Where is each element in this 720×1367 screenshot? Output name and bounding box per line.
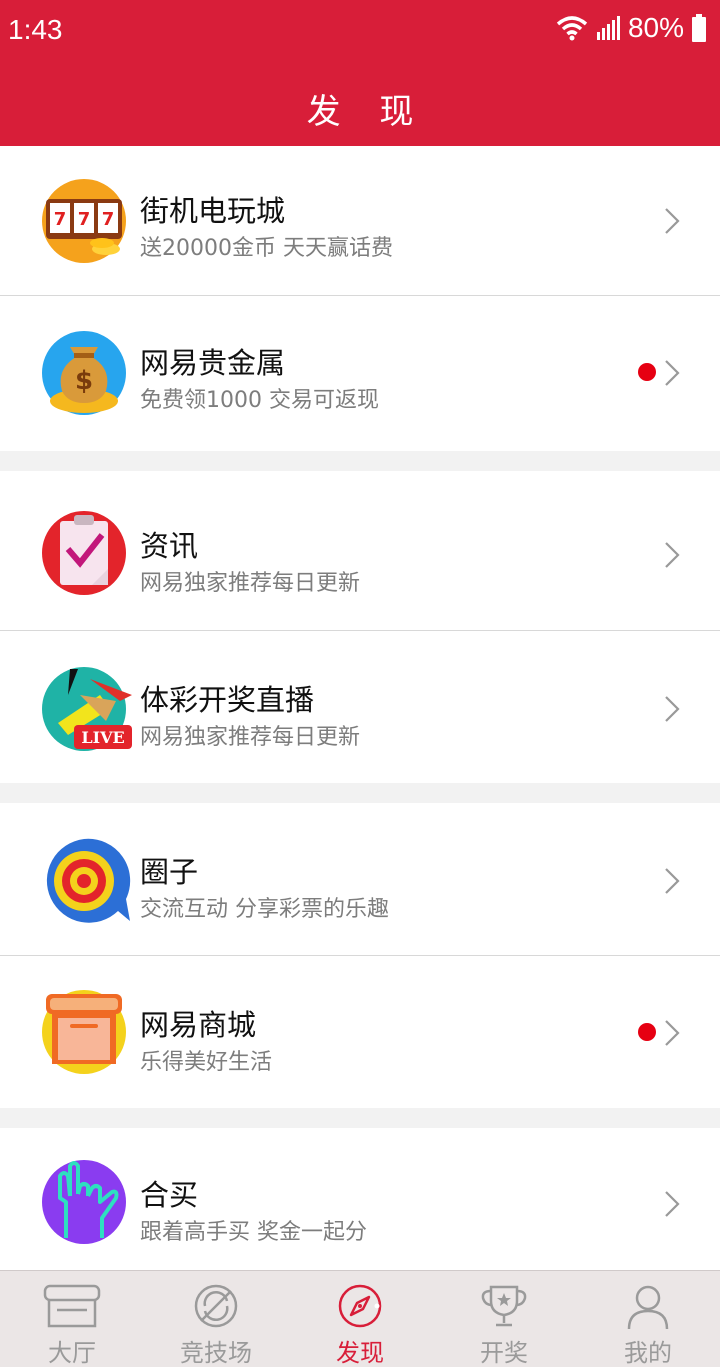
unread-badge bbox=[638, 1023, 656, 1041]
battery-percentage: 80% bbox=[627, 12, 684, 43]
tab-label: 我的 bbox=[624, 1339, 672, 1367]
item-subtitle: 免费领1000 交易可返现 bbox=[140, 388, 379, 413]
section-divider bbox=[0, 451, 720, 471]
svg-text:$: $ bbox=[75, 366, 93, 396]
item-title: 资讯 bbox=[140, 529, 199, 563]
ball-icon bbox=[194, 1284, 238, 1328]
tab-discover[interactable]: 发现 bbox=[288, 1271, 432, 1367]
chevron-right-icon bbox=[665, 868, 680, 894]
item-title: 网易贵金属 bbox=[140, 346, 286, 380]
svg-text:7: 7 bbox=[102, 209, 115, 230]
item-subtitle: 送20000金币 天天赢话费 bbox=[140, 236, 393, 261]
signal-icon bbox=[596, 16, 620, 40]
section-divider bbox=[0, 783, 720, 803]
list-item-mall[interactable]: 网易商城 乐得美好生活 bbox=[0, 956, 720, 1108]
item-subtitle: 乐得美好生活 bbox=[140, 1050, 273, 1075]
list-item-news[interactable]: 资讯 网易独家推荐每日更新 bbox=[0, 471, 720, 631]
item-subtitle: 跟着高手买 奖金一起分 bbox=[140, 1220, 367, 1245]
list-item-arcade[interactable]: 7 7 7 街机电玩城 送20000金币 天天赢话费 bbox=[0, 146, 720, 296]
item-title: 网易商城 bbox=[140, 1008, 257, 1042]
shop-icon bbox=[40, 988, 128, 1076]
hand-gesture-icon bbox=[40, 1158, 128, 1246]
svg-text:7: 7 bbox=[54, 209, 67, 230]
item-title: 街机电玩城 bbox=[140, 194, 286, 228]
chevron-right-icon bbox=[665, 208, 680, 234]
live-label: LIVE bbox=[81, 728, 124, 747]
list-item-group-buy[interactable]: 合买 跟着高手买 奖金一起分 bbox=[0, 1128, 720, 1272]
item-title: 体彩开奖直播 bbox=[140, 683, 315, 717]
trophy-icon bbox=[481, 1285, 527, 1327]
tab-label: 发现 bbox=[336, 1339, 384, 1367]
item-title: 合买 bbox=[140, 1178, 199, 1212]
tab-draw[interactable]: 开奖 bbox=[432, 1271, 576, 1367]
list-item-circle[interactable]: 圈子 交流互动 分享彩票的乐趣 bbox=[0, 803, 720, 956]
compass-icon bbox=[338, 1284, 382, 1328]
item-title: 圈子 bbox=[140, 855, 199, 889]
page-title: 发 现 bbox=[306, 92, 428, 132]
money-bag-icon: $ bbox=[40, 329, 128, 417]
chevron-right-icon bbox=[665, 542, 680, 568]
chevron-right-icon bbox=[665, 1020, 680, 1046]
tab-arena[interactable]: 竞技场 bbox=[144, 1271, 288, 1367]
tab-lobby[interactable]: 大厅 bbox=[0, 1271, 144, 1367]
list-item-lottery-live[interactable]: LIVE 体彩开奖直播 网易独家推荐每日更新 bbox=[0, 631, 720, 783]
storefront-icon bbox=[43, 1284, 101, 1328]
chevron-right-icon bbox=[665, 360, 680, 386]
item-subtitle: 交流互动 分享彩票的乐趣 bbox=[140, 897, 389, 922]
status-icons: 80% bbox=[556, 12, 706, 44]
tab-label: 大厅 bbox=[48, 1339, 96, 1367]
list-item-precious-metals[interactable]: $ 网易贵金属 免费领1000 交易可返现 bbox=[0, 296, 720, 451]
section-divider bbox=[0, 1108, 720, 1128]
status-time: 1:43 bbox=[8, 14, 63, 45]
user-icon bbox=[627, 1285, 669, 1330]
app-header: 1:43 80% 发 现 bbox=[0, 0, 720, 146]
tab-label: 竞技场 bbox=[180, 1339, 252, 1367]
status-bar: 1:43 80% bbox=[0, 0, 720, 62]
slot-machine-icon: 7 7 7 bbox=[40, 177, 128, 265]
item-subtitle: 网易独家推荐每日更新 bbox=[140, 571, 361, 596]
tab-label: 开奖 bbox=[480, 1339, 528, 1367]
clipboard-check-icon bbox=[40, 509, 128, 597]
wifi-icon bbox=[556, 16, 588, 41]
live-broadcast-icon: LIVE bbox=[40, 665, 132, 753]
tab-mine[interactable]: 我的 bbox=[576, 1271, 720, 1367]
bottom-tab-bar: 大厅 竞技场 发现 开奖 我的 bbox=[0, 1270, 720, 1367]
target-chat-icon bbox=[40, 837, 131, 925]
chevron-right-icon bbox=[665, 1191, 680, 1217]
discover-list: 7 7 7 街机电玩城 送20000金币 天天赢话费 $ 网易贵金属 免费领10… bbox=[0, 146, 720, 1272]
chevron-right-icon bbox=[665, 696, 680, 722]
unread-badge bbox=[638, 363, 656, 381]
item-subtitle: 网易独家推荐每日更新 bbox=[140, 725, 361, 750]
svg-text:7: 7 bbox=[78, 209, 91, 230]
battery-icon bbox=[692, 14, 706, 42]
